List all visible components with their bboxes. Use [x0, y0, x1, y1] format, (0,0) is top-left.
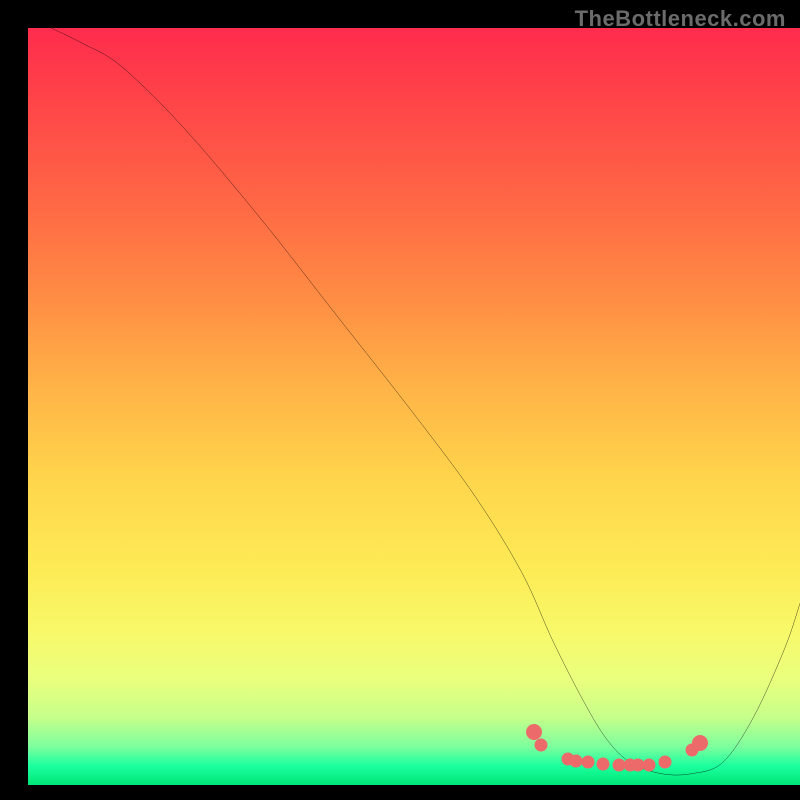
highlight-dot	[581, 756, 594, 769]
watermark-text: TheBottleneck.com	[575, 6, 786, 32]
highlight-dot	[535, 738, 548, 751]
highlight-dots	[28, 28, 800, 785]
highlight-dot	[658, 756, 671, 769]
highlight-dot	[597, 757, 610, 770]
plot-area	[28, 28, 800, 785]
chart-frame: TheBottleneck.com	[0, 0, 800, 800]
highlight-dot	[692, 735, 708, 751]
highlight-dot	[643, 758, 656, 771]
